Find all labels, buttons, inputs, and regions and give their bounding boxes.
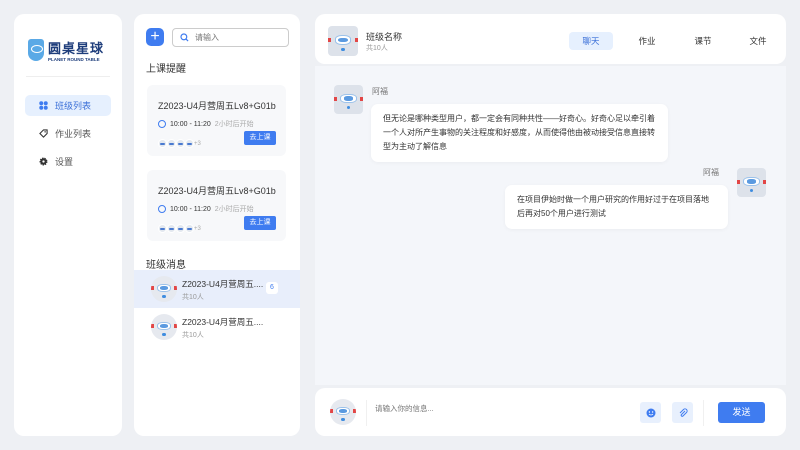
class-name: 班级名称 (366, 32, 403, 42)
reminder-title: 上课提醒 (146, 64, 186, 75)
tag-icon (39, 129, 48, 138)
sidebar-item-label: 班级列表 (55, 101, 92, 111)
avatar (334, 85, 363, 114)
brand-name: 圆桌星球 (48, 41, 105, 56)
conversation-name: Z2023-U4月营周五.... (182, 317, 264, 327)
course-title: Z2023-U4月营周五Lv8+G01b (158, 101, 276, 111)
conversation-name: Z2023-U4月营周五.... (182, 279, 264, 289)
sidebar-item-label: 设置 (55, 157, 74, 167)
gear-icon (39, 157, 48, 166)
divider (26, 76, 110, 77)
brand-sub: PLANET ROUND TABLE (48, 57, 100, 62)
my-avatar (330, 399, 356, 425)
student-avatars: +3 (158, 224, 201, 233)
search-icon (180, 33, 189, 42)
conversation-item[interactable]: Z2023-U4月营周五.... 共10人 (134, 308, 300, 346)
tab-lessons[interactable]: 课节 (681, 32, 725, 50)
tab-homework[interactable]: 作业 (625, 32, 669, 50)
divider (703, 400, 704, 426)
divider (366, 400, 367, 426)
conversation-item[interactable]: Z2023-U4月营周五.... 共10人 6 (134, 270, 300, 308)
chat-header: 班级名称 共10人 聊天 作业 课节 文件 (315, 14, 786, 64)
tab-chat[interactable]: 聊天 (569, 32, 613, 50)
logo: 圆桌星球 PLANET ROUND TABLE (28, 38, 104, 62)
sender-name: 阿福 (372, 87, 388, 96)
class-avatar (328, 26, 358, 56)
class-panel: + 上课提醒 Z2023-U4月营周五Lv8+G01b 10:00 - 11:2… (134, 14, 300, 436)
sidebar-item-homework-list[interactable]: 作业列表 (25, 123, 111, 144)
search-box[interactable] (172, 28, 289, 47)
member-count: 共10人 (182, 294, 204, 301)
reminder-card: Z2023-U4月营周五Lv8+G01b 10:00 - 11:20 2小时后开始… (147, 170, 286, 241)
member-count: 共10人 (366, 45, 388, 52)
reminder-card: Z2023-U4月营周五Lv8+G01b 10:00 - 11:20 2小时后开始… (147, 85, 286, 156)
add-button[interactable]: + (146, 28, 164, 46)
sidebar: 圆桌星球 PLANET ROUND TABLE 班级列表 作业列表 设置 (14, 14, 122, 436)
relative-time: 2小时后开始 (214, 206, 254, 213)
sidebar-item-settings[interactable]: 设置 (25, 151, 111, 172)
message-bubble: 但无论是哪种类型用户，都一定会有同种共性——好奇心。好奇心足以牵引着一个人对所产… (371, 104, 668, 162)
grid-icon (39, 101, 48, 110)
emoji-button[interactable] (640, 402, 661, 423)
message-input[interactable] (375, 404, 615, 413)
go-to-class-button[interactable]: 去上课 (244, 131, 276, 145)
message-bubble: 在项目伊始时做一个用户研究的作用好过于在项目落地后再对50个用户进行测试 (505, 185, 728, 229)
chat-area: 阿福 但无论是哪种类型用户，都一定会有同种共性——好奇心。好奇心足以牵引着一个人… (315, 66, 786, 385)
attach-button[interactable] (672, 402, 693, 423)
tab-files[interactable]: 文件 (736, 32, 780, 50)
sender-name: 阿福 (703, 168, 719, 177)
student-avatars: +3 (158, 139, 201, 148)
sidebar-item-label: 作业列表 (55, 129, 92, 139)
clock-icon (158, 205, 166, 213)
sidebar-item-class-list[interactable]: 班级列表 (25, 95, 111, 116)
avatar (151, 276, 177, 302)
go-to-class-button[interactable]: 去上课 (244, 216, 276, 230)
extra-count: +3 (194, 225, 201, 232)
messages-title: 班级消息 (146, 260, 186, 271)
paperclip-icon (679, 407, 688, 417)
unread-badge: 6 (266, 282, 278, 294)
search-input[interactable] (195, 33, 275, 42)
message-composer: 发送 (315, 388, 786, 436)
avatar (737, 168, 766, 197)
member-count: 共10人 (182, 332, 204, 339)
emoji-icon (646, 408, 655, 417)
course-time: 10:00 - 11:20 (170, 205, 211, 213)
relative-time: 2小时后开始 (214, 121, 254, 128)
course-time: 10:00 - 11:20 (170, 120, 211, 128)
course-title: Z2023-U4月营周五Lv8+G01b (158, 186, 276, 196)
extra-count: +3 (194, 140, 201, 147)
send-button[interactable]: 发送 (718, 402, 765, 423)
clock-icon (158, 120, 166, 128)
planet-shield-icon (28, 39, 44, 61)
avatar (151, 314, 177, 340)
